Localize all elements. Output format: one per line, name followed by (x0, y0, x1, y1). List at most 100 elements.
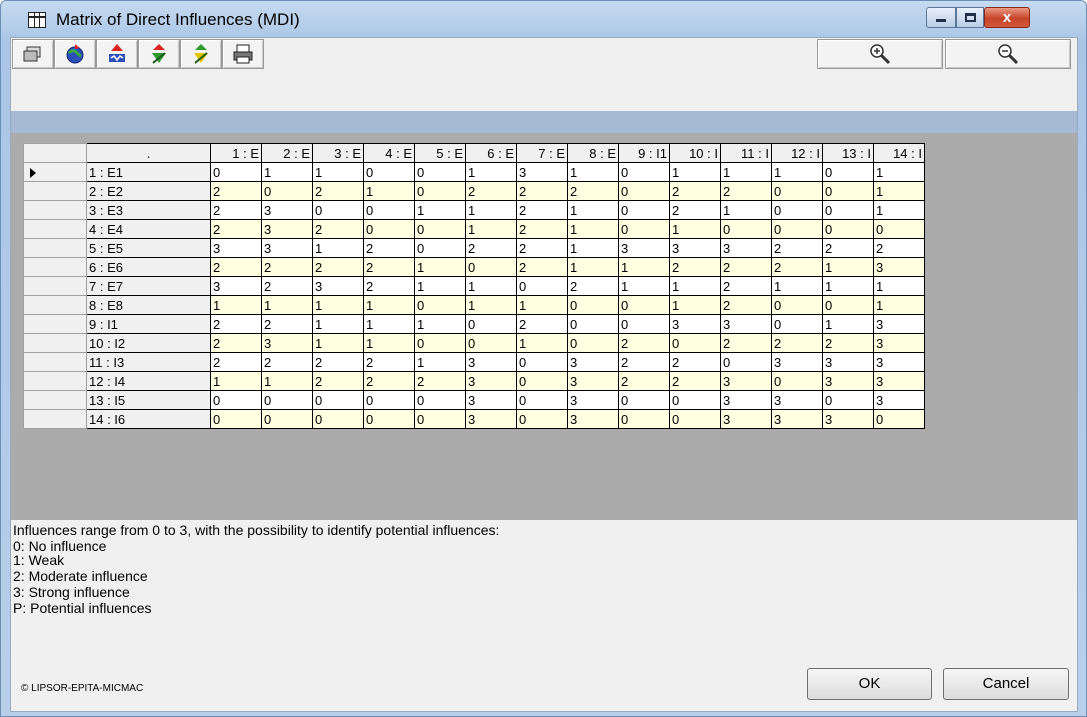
matrix-cell[interactable]: 0 (618, 162, 670, 182)
close-button[interactable]: x (984, 7, 1030, 28)
matrix-cell[interactable]: 1 (567, 257, 619, 277)
row-label[interactable]: 1 : E1 (86, 162, 211, 182)
cancel-button[interactable]: Cancel (943, 668, 1069, 700)
matrix-cell[interactable]: 3 (771, 352, 823, 372)
matrix-cell[interactable]: 0 (312, 409, 364, 429)
column-header[interactable]: 11 : I (720, 143, 772, 163)
row-selector[interactable] (23, 181, 87, 201)
matrix-cell[interactable]: 0 (618, 295, 670, 315)
column-header[interactable]: 2 : E (261, 143, 313, 163)
matrix-cell[interactable]: 2 (720, 276, 772, 296)
matrix-cell[interactable]: 1 (312, 314, 364, 334)
matrix-cell[interactable]: 2 (261, 352, 313, 372)
matrix-cell[interactable]: 3 (567, 409, 619, 429)
matrix-cell[interactable]: 0 (771, 219, 823, 239)
matrix-cell[interactable]: 0 (414, 333, 466, 353)
matrix-cell[interactable]: 1 (567, 200, 619, 220)
matrix-cell[interactable]: 0 (771, 181, 823, 201)
matrix-cell[interactable]: 2 (312, 352, 364, 372)
matrix-cell[interactable]: 2 (210, 352, 262, 372)
matrix-cell[interactable]: 0 (465, 257, 517, 277)
column-header[interactable]: 4 : E (363, 143, 415, 163)
matrix-cell[interactable]: 0 (261, 181, 313, 201)
row-label[interactable]: 12 : I4 (86, 371, 211, 391)
matrix-cell[interactable]: 3 (261, 238, 313, 258)
row-selector[interactable] (23, 257, 87, 277)
matrix-cell[interactable]: 2 (669, 181, 721, 201)
export-button[interactable] (180, 39, 222, 69)
matrix-cell[interactable]: 1 (312, 333, 364, 353)
matrix-cell[interactable]: 2 (669, 257, 721, 277)
matrix-cell[interactable]: 0 (822, 390, 874, 410)
matrix-cell[interactable]: 2 (516, 219, 568, 239)
column-header[interactable]: 14 : I (873, 143, 925, 163)
row-label[interactable]: 5 : E5 (86, 238, 211, 258)
matrix-cell[interactable]: 2 (363, 257, 415, 277)
matrix-cell[interactable]: 1 (210, 371, 262, 391)
matrix-cell[interactable]: 1 (873, 295, 925, 315)
matrix-cell[interactable]: 0 (363, 162, 415, 182)
matrix-cell[interactable]: 0 (822, 162, 874, 182)
matrix-cell[interactable]: 1 (414, 352, 466, 372)
matrix-cell[interactable]: 3 (465, 409, 517, 429)
matrix-cell[interactable]: 0 (567, 295, 619, 315)
matrix-cell[interactable]: 0 (312, 200, 364, 220)
matrix-cell[interactable]: 0 (618, 200, 670, 220)
row-label[interactable]: 2 : E2 (86, 181, 211, 201)
row-selector[interactable] (23, 276, 87, 296)
matrix-cell[interactable]: 2 (669, 371, 721, 391)
matrix-cell[interactable]: 2 (771, 257, 823, 277)
matrix-cell[interactable]: 3 (210, 276, 262, 296)
matrix-cell[interactable]: 2 (210, 200, 262, 220)
matrix-cell[interactable]: 1 (669, 276, 721, 296)
matrix-cell[interactable]: 2 (516, 257, 568, 277)
column-header[interactable]: 9 : I1 (618, 143, 670, 163)
row-label[interactable]: 9 : I1 (86, 314, 211, 334)
matrix-cell[interactable]: 1 (210, 295, 262, 315)
matrix-cell[interactable]: 3 (261, 200, 313, 220)
globe-button[interactable] (54, 39, 96, 69)
matrix-cell[interactable]: 2 (516, 200, 568, 220)
row-label[interactable]: 11 : I3 (86, 352, 211, 372)
matrix-cell[interactable]: 1 (312, 295, 364, 315)
ok-button[interactable]: OK (807, 668, 932, 700)
matrix-cell[interactable]: 0 (822, 181, 874, 201)
matrix-cell[interactable]: 2 (516, 314, 568, 334)
matrix-cell[interactable]: 1 (720, 162, 772, 182)
matrix-cell[interactable]: 2 (312, 219, 364, 239)
matrix-cell[interactable]: 3 (567, 390, 619, 410)
matrix-cell[interactable]: 0 (720, 352, 772, 372)
matrix-cell[interactable]: 2 (618, 352, 670, 372)
column-header[interactable]: 8 : E (567, 143, 619, 163)
matrix-cell[interactable]: 1 (363, 295, 415, 315)
matrix-cell[interactable]: 1 (312, 162, 364, 182)
matrix-cell[interactable]: 1 (414, 200, 466, 220)
matrix-cell[interactable]: 0 (720, 219, 772, 239)
copy-button[interactable] (12, 39, 54, 69)
matrix-cell[interactable]: 2 (312, 371, 364, 391)
matrix-cell[interactable]: 0 (669, 333, 721, 353)
row-label[interactable]: 14 : I6 (86, 409, 211, 429)
zoom-out-button[interactable] (945, 39, 1071, 69)
matrix-cell[interactable]: 0 (363, 200, 415, 220)
matrix-cell[interactable]: 2 (261, 314, 313, 334)
matrix-cell[interactable]: 1 (414, 314, 466, 334)
matrix-cell[interactable]: 3 (210, 238, 262, 258)
matrix-cell[interactable]: 1 (465, 162, 517, 182)
matrix-cell[interactable]: 0 (414, 409, 466, 429)
matrix-cell[interactable]: 0 (516, 352, 568, 372)
matrix-cell[interactable]: 3 (873, 257, 925, 277)
matrix-cell[interactable]: 2 (567, 181, 619, 201)
matrix-cell[interactable]: 1 (771, 276, 823, 296)
matrix-cell[interactable]: 0 (312, 390, 364, 410)
matrix-cell[interactable]: 0 (516, 390, 568, 410)
matrix-cell[interactable]: 3 (720, 314, 772, 334)
matrix-cell[interactable]: 0 (669, 409, 721, 429)
matrix-cell[interactable]: 2 (210, 333, 262, 353)
matrix-cell[interactable]: 2 (261, 276, 313, 296)
row-label[interactable]: 8 : E8 (86, 295, 211, 315)
matrix-cell[interactable]: 1 (414, 276, 466, 296)
row-label[interactable]: 3 : E3 (86, 200, 211, 220)
matrix-cell[interactable]: 2 (312, 181, 364, 201)
matrix-cell[interactable]: 1 (261, 162, 313, 182)
